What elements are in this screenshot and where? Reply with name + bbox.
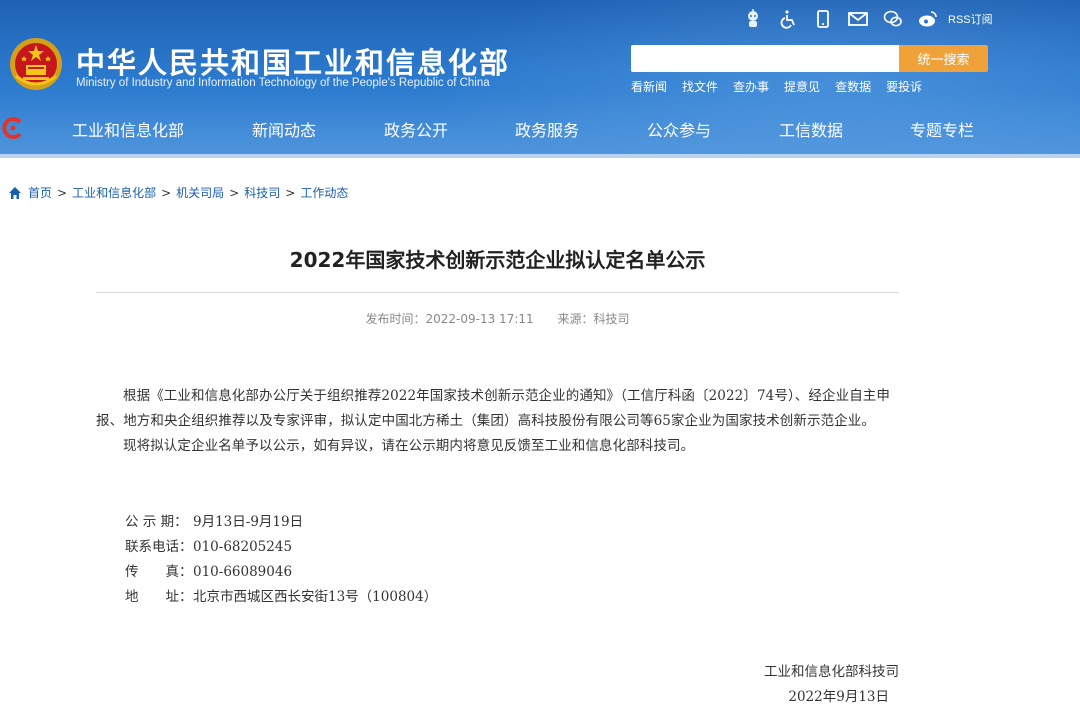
article-paragraph: 现将拟认定企业名单予以公示，如有异议，请在公示期内将意见反馈至工业和信息化部科技… [123, 438, 695, 454]
quick-link-data[interactable]: 查数据 [835, 78, 871, 95]
info-value: 北京市西城区西长安街13号（100804） [193, 589, 438, 605]
breadcrumb-separator: > [161, 185, 172, 200]
contact-info: 公 示 期： 9月13日-9月19日 联系电话： 010-68205245 传 … [125, 510, 437, 610]
home-icon[interactable] [8, 186, 22, 200]
quick-link-documents[interactable]: 找文件 [682, 78, 718, 95]
info-label: 传 真： [125, 564, 193, 580]
article-title: 2022年国家技术创新示范企业拟认定名单公示 [289, 248, 706, 272]
quick-link-feedback[interactable]: 提意见 [784, 78, 820, 95]
accessibility-icon[interactable] [777, 8, 799, 30]
breadcrumb-separator: > [229, 185, 240, 200]
rss-subscribe-link[interactable]: RSS订阅 [948, 11, 993, 27]
header-bottom-line [0, 154, 1080, 158]
site-title[interactable]: 中华人民共和国工业和信息化部 [76, 40, 510, 82]
utility-bar: RSS订阅 [742, 7, 993, 31]
signature-org: 工业和信息化部科技司 [764, 664, 899, 680]
breadcrumb-science-dept[interactable]: 科技司 [244, 184, 280, 201]
breadcrumb-home[interactable]: 首页 [28, 184, 52, 201]
site-header: 中华人民共和国工业和信息化部 Ministry of Industry and … [0, 0, 1080, 158]
title-divider [96, 292, 899, 293]
nav-item-topics[interactable]: 专题专栏 [910, 117, 974, 141]
info-value: 9月13日-9月19日 [193, 514, 304, 530]
national-emblem-icon[interactable] [8, 36, 64, 92]
info-row-period: 公 示 期： 9月13日-9月19日 [125, 510, 437, 535]
quick-links: 看新闻 找文件 查办事 提意见 查数据 要投诉 [631, 78, 922, 95]
info-value: 010-68205245 [193, 539, 293, 555]
robot-assistant-icon[interactable] [742, 8, 764, 30]
article-paragraph: 根据《工业和信息化部办公厅关于组织推荐2022年国家技术创新示范企业的通知》（工… [96, 388, 890, 429]
article-body: 根据《工业和信息化部办公厅关于组织推荐2022年国家技术创新示范企业的通知》（工… [96, 384, 899, 459]
mail-icon[interactable] [847, 8, 869, 30]
quick-link-services[interactable]: 查办事 [733, 78, 769, 95]
site-subtitle: Ministry of Industry and Information Tec… [76, 77, 490, 89]
site-search: 统一搜索 [631, 45, 988, 72]
search-button[interactable]: 统一搜索 [899, 45, 988, 72]
mobile-icon[interactable] [812, 8, 834, 30]
breadcrumb-separator: > [285, 185, 296, 200]
weibo-icon[interactable] [917, 8, 939, 30]
nav-item-ministry[interactable]: 工业和信息化部 [72, 117, 184, 141]
main-nav: 工业和信息化部 新闻动态 政务公开 政务服务 公众参与 工信数据 专题专栏 [0, 114, 1080, 142]
search-input[interactable] [631, 45, 899, 72]
info-row-phone: 联系电话： 010-68205245 [125, 535, 437, 560]
breadcrumb-departments[interactable]: 机关司局 [176, 184, 224, 201]
info-label: 联系电话： [125, 539, 193, 555]
info-value: 010-66089046 [193, 564, 293, 580]
signature: 工业和信息化部科技司 2022年9月13日 [720, 660, 899, 710]
ministry-logo-icon [2, 117, 22, 139]
nav-item-participation[interactable]: 公众参与 [647, 117, 711, 141]
nav-item-gov-services[interactable]: 政务服务 [515, 117, 579, 141]
info-row-fax: 传 真： 010-66089046 [125, 560, 437, 585]
breadcrumb: 首页 > 工业和信息化部 > 机关司局 > 科技司 > 工作动态 [8, 184, 348, 201]
breadcrumb-ministry[interactable]: 工业和信息化部 [72, 184, 156, 201]
publish-time: 发布时间：2022-09-13 17:11 [365, 312, 534, 326]
signature-date: 2022年9月13日 [788, 689, 889, 705]
breadcrumb-separator: > [57, 185, 68, 200]
wechat-icon[interactable] [882, 8, 904, 30]
breadcrumb-work-news[interactable]: 工作动态 [300, 184, 348, 201]
nav-item-data[interactable]: 工信数据 [779, 117, 843, 141]
info-label: 地 址： [125, 589, 193, 605]
article-source: 来源：科技司 [557, 312, 630, 326]
nav-item-public-info[interactable]: 政务公开 [384, 117, 448, 141]
info-label: 公 示 期： [125, 514, 188, 530]
info-row-address: 地 址： 北京市西城区西长安街13号（100804） [125, 585, 437, 610]
quick-link-news[interactable]: 看新闻 [631, 78, 667, 95]
nav-item-news[interactable]: 新闻动态 [252, 117, 316, 141]
article-meta: 发布时间：2022-09-13 17:11 来源：科技司 [96, 310, 899, 327]
quick-link-complaint[interactable]: 要投诉 [886, 78, 922, 95]
